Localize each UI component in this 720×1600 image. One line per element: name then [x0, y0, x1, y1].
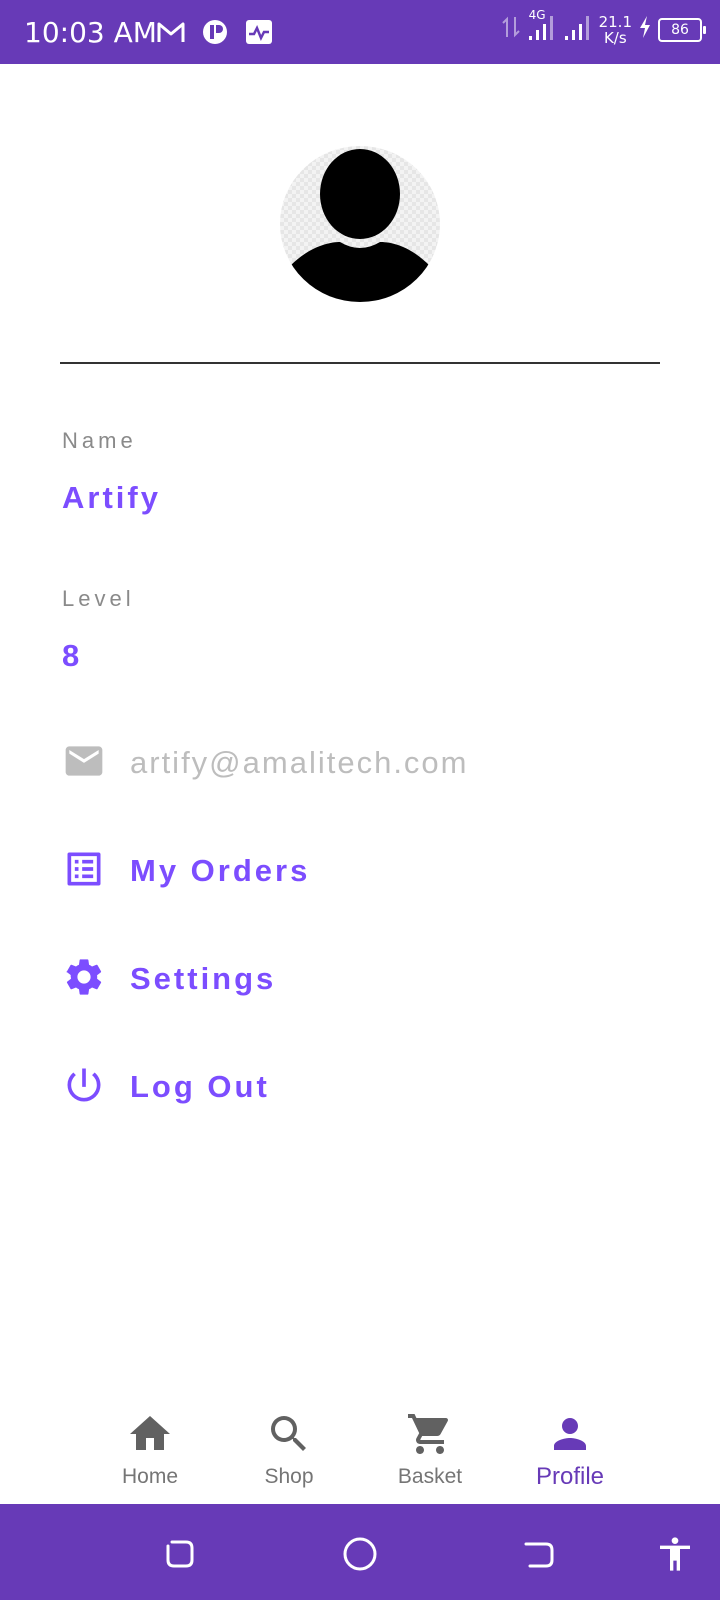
recents-icon[interactable]: [160, 1534, 200, 1574]
my-orders-button[interactable]: My Orders: [62, 848, 310, 894]
status-system-icons: 4G 21.1 K/s 86: [501, 8, 706, 47]
charging-icon: [638, 15, 652, 44]
cart-icon: [406, 1396, 454, 1463]
email-text: artify@amalitech.com: [130, 745, 469, 780]
level-value: 8: [62, 638, 83, 673]
gear-icon: [62, 955, 106, 1004]
person-silhouette-icon: [290, 149, 430, 302]
email-row: artify@amalitech.com: [62, 740, 469, 786]
nav-profile[interactable]: Profile: [510, 1396, 630, 1496]
battery-level: 86: [671, 21, 689, 38]
back-icon[interactable]: [520, 1534, 560, 1574]
power-icon: [62, 1063, 106, 1112]
level-label: Level: [62, 586, 135, 611]
net-speed-unit: K/s: [603, 28, 627, 47]
nav-home-label: Home: [121, 1465, 179, 1488]
settings-label: Settings: [130, 961, 277, 996]
data-arrows-icon: [501, 13, 521, 46]
mail-icon: [62, 739, 106, 788]
status-notification-icons: [156, 18, 274, 51]
signal-icon: 4G: [527, 8, 557, 47]
name-value: Artify: [62, 480, 161, 515]
nav-shop[interactable]: Shop: [229, 1396, 349, 1496]
system-navigation-bar: [0, 1504, 720, 1600]
logout-button[interactable]: Log Out: [62, 1064, 270, 1110]
bottom-navigation: Home Shop Basket Profile: [0, 1396, 720, 1504]
nav-basket[interactable]: Basket: [370, 1396, 490, 1496]
status-bar: 10:03 AM 4G 21.1 K/s 86: [0, 0, 720, 64]
app-icon: [200, 18, 230, 51]
battery-icon: 86: [658, 17, 706, 42]
activity-icon: [244, 18, 274, 51]
accessibility-icon[interactable]: [655, 1534, 695, 1574]
home-circle-icon[interactable]: [340, 1534, 380, 1574]
search-icon: [265, 1396, 313, 1463]
name-label: Name: [62, 428, 137, 453]
person-icon: [546, 1396, 594, 1463]
avatar[interactable]: [280, 146, 440, 302]
nav-shop-label: Shop: [264, 1465, 314, 1488]
settings-button[interactable]: Settings: [62, 956, 276, 1002]
my-orders-label: My Orders: [130, 853, 311, 888]
status-time: 10:03 AM: [24, 16, 157, 49]
logout-label: Log Out: [130, 1069, 270, 1104]
net-speed: 21.1 K/s: [599, 14, 632, 46]
signal-icon-2: [563, 12, 593, 47]
nav-profile-label: Profile: [535, 1463, 605, 1490]
home-icon: [126, 1396, 174, 1463]
net-speed-value: 21.1: [598, 12, 632, 31]
divider: [60, 362, 660, 364]
list-icon: [62, 847, 106, 896]
nav-basket-label: Basket: [397, 1465, 463, 1488]
nav-home[interactable]: Home: [90, 1396, 210, 1496]
gmail-icon: [156, 18, 186, 51]
network-type: 4G: [528, 8, 546, 22]
